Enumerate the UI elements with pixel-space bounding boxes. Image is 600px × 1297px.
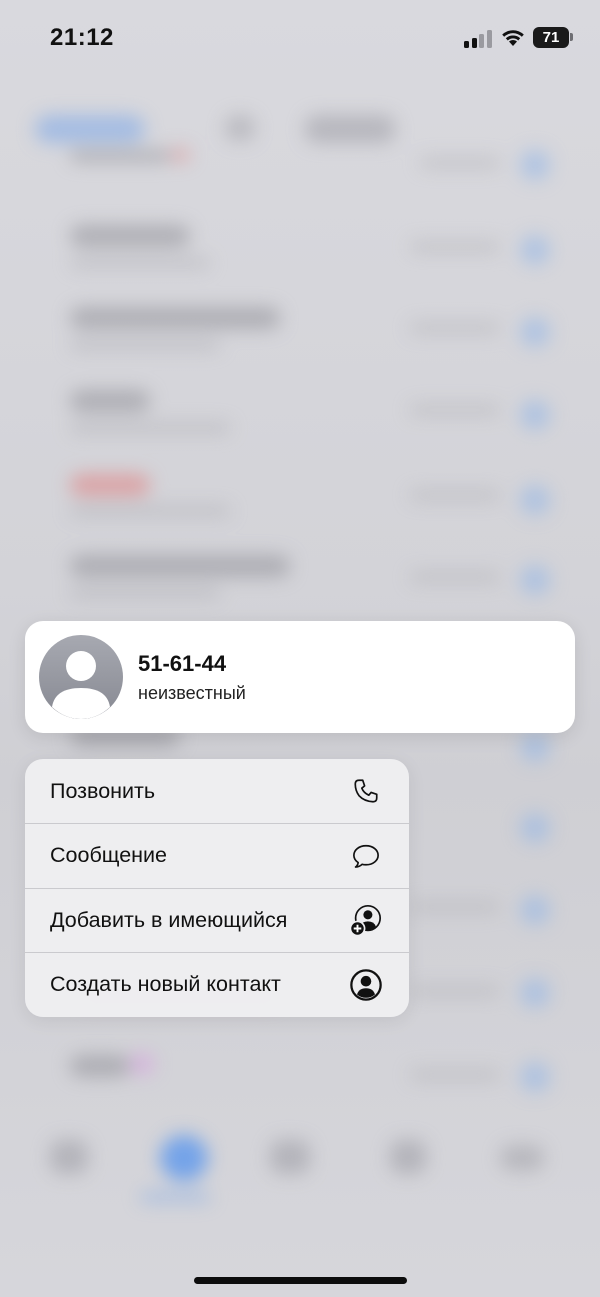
create-new-contact-menu-item[interactable]: Создать новый контакт — [25, 953, 409, 1018]
contact-action-menu: Позвонить Сообщение Добавить в имеющийся — [25, 759, 409, 1017]
home-indicator[interactable] — [194, 1277, 407, 1284]
phone-icon — [349, 774, 383, 808]
add-to-existing-label: Добавить в имеющийся — [50, 907, 288, 932]
call-menu-item[interactable]: Позвонить — [25, 759, 409, 824]
contact-number: 51-61-44 — [138, 651, 227, 676]
create-new-contact-label: Создать новый контакт — [50, 972, 281, 997]
battery-tip — [570, 33, 573, 41]
message-bubble-icon — [349, 839, 383, 873]
status-time: 21:12 — [50, 24, 114, 51]
cellular-signal-icon — [464, 30, 492, 48]
contact-label: неизвестный — [138, 683, 246, 703]
call-label: Позвонить — [50, 778, 156, 803]
add-to-existing-menu-item[interactable]: Добавить в имеющийся — [25, 888, 409, 953]
battery-icon: 71 — [533, 27, 569, 48]
status-bar: 21:12 71 — [0, 0, 600, 80]
battery-level: 71 — [542, 29, 560, 46]
add-to-contact-icon — [349, 903, 383, 937]
message-label: Сообщение — [50, 843, 168, 868]
person-placeholder-icon — [39, 635, 123, 719]
wifi-icon — [502, 30, 524, 46]
contact-preview-card[interactable]: 51-61-44 неизвестный — [25, 621, 575, 733]
message-menu-item[interactable]: Сообщение — [25, 824, 409, 889]
person-circle-icon — [349, 968, 383, 1002]
